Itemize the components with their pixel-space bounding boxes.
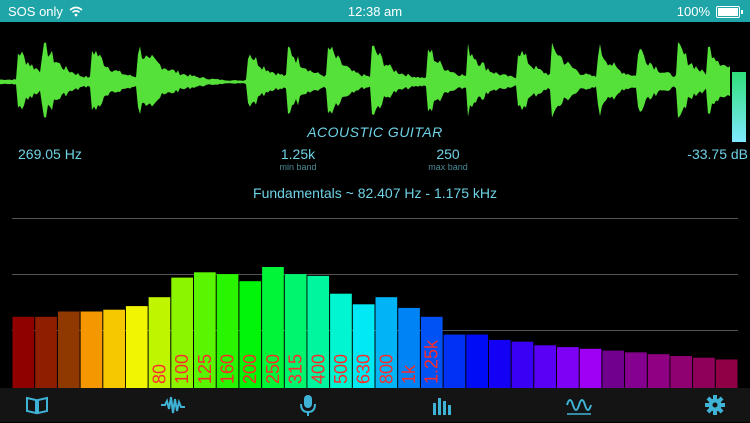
band-label: 500: [331, 354, 351, 384]
status-bar: SOS only 12:38 am 100%: [0, 0, 750, 22]
band-label: 200: [240, 354, 260, 384]
tab-waveform[interactable]: [160, 392, 186, 418]
band-label: 80: [150, 364, 170, 384]
band-label: 315: [286, 354, 306, 384]
spectrum-bar: [125, 306, 148, 388]
spectrum-bar: [579, 348, 602, 388]
spectrum-bar: [602, 350, 625, 388]
min-band-caption: min band: [279, 162, 317, 172]
spectrum-bar: [557, 347, 579, 388]
tab-bar: [0, 388, 750, 422]
tab-spectrum[interactable]: [430, 392, 456, 418]
tab-microphone[interactable]: [295, 392, 321, 418]
waveform-display: [0, 42, 730, 118]
waveform-trace: [0, 42, 730, 118]
band-label: 630: [354, 354, 374, 384]
spectrum-bar: [35, 316, 57, 388]
min-band-block: 1.25k min band: [248, 146, 348, 172]
tab-manual[interactable]: [24, 392, 50, 418]
oscilloscope-icon: [566, 399, 592, 415]
min-band-value: 1.25k: [280, 146, 316, 162]
spectrum-bar: [443, 334, 466, 388]
fundamentals-range: Fundamentals ~ 82.407 Hz - 1.175 kHz: [253, 185, 497, 201]
band-label: 250: [263, 354, 283, 384]
spectrum-bar: [534, 345, 556, 388]
band-label: 1k: [399, 364, 419, 384]
spectrum-bar: [57, 311, 80, 388]
max-band-block: 250 max band: [398, 146, 498, 172]
band-label: 125: [195, 354, 215, 384]
spectrum-bar: [715, 359, 738, 388]
spectrum-bar: [103, 309, 125, 388]
spectrum-bar: [647, 354, 670, 388]
spectrum-bar: [80, 311, 103, 388]
spectrum-bars-icon: [433, 398, 451, 415]
level-readout: -33.75 dB: [687, 146, 748, 162]
waveform-icon: [161, 396, 185, 414]
max-band-value: 250: [436, 146, 460, 162]
microphone-icon: [300, 395, 316, 416]
spectrum-bar: [511, 341, 534, 388]
band-label: 400: [308, 354, 328, 384]
battery-icon: [716, 5, 743, 18]
tab-oscilloscope[interactable]: [566, 392, 592, 418]
max-band-caption: max band: [428, 162, 468, 172]
gear-icon: [705, 395, 725, 415]
clock: 12:38 am: [347, 4, 403, 19]
band-label: 1.25k: [422, 339, 442, 384]
spectrum-bar: [693, 357, 715, 388]
tab-settings[interactable]: [702, 392, 728, 418]
spectrum-bar: [625, 352, 647, 388]
band-label: 800: [376, 354, 396, 384]
spectrum-display: 80 100 125 160 200 250 315 400 500 630 800 1k 1.25k: [0, 210, 750, 388]
spectrum-bar: [12, 316, 35, 388]
peak-frequency: 269.05 Hz: [18, 146, 82, 162]
spectrum-bar: [670, 356, 693, 388]
battery-percent: 100%: [676, 4, 710, 19]
spectrum-bar: [488, 339, 511, 388]
spectrum-bar: [466, 334, 488, 388]
band-label: 160: [218, 354, 238, 384]
instrument-label: ACOUSTIC GUITAR: [307, 124, 443, 140]
band-label: 100: [172, 354, 192, 384]
book-icon: [26, 396, 48, 415]
